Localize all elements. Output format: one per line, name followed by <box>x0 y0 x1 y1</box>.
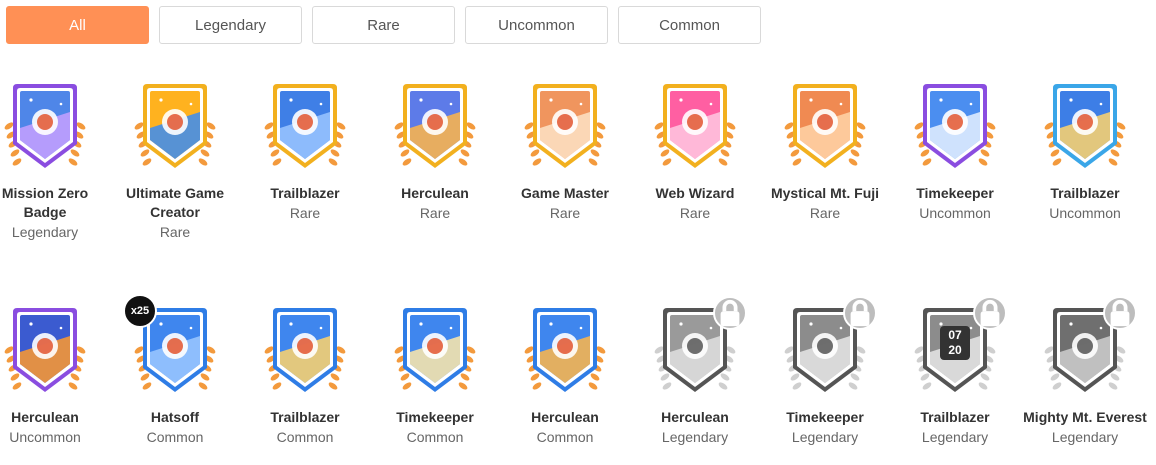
badge-rarity: Legendary <box>661 429 729 445</box>
badge-name: Timekeeper <box>396 409 474 425</box>
filter-all-button[interactable]: All <box>6 6 149 44</box>
barbell-icon <box>3 302 87 402</box>
watch-hours: 07 <box>948 328 962 342</box>
badge-card[interactable]: Herculean Rare <box>370 78 500 242</box>
lock-icon <box>1103 296 1137 330</box>
badge-card[interactable]: Game Master Rare <box>500 78 630 242</box>
stopwatch-icon <box>263 78 347 178</box>
badge-card[interactable]: Ultimate Game Creator Rare <box>110 78 240 242</box>
watch-minutes: 20 <box>948 343 962 357</box>
badge-rarity: Legendary <box>921 429 989 445</box>
target-arrow-icon <box>3 78 87 178</box>
badge-card[interactable]: Herculean Common <box>500 302 630 447</box>
badge-card[interactable]: Mystical Mt. Fuji Rare <box>760 78 890 242</box>
badge-name: Trailblazer <box>270 185 340 201</box>
badge-rarity: Common <box>276 429 334 445</box>
badge-name: Mighty Mt. Everest <box>1023 409 1147 425</box>
sundial-icon <box>263 302 347 402</box>
mountain-flag-icon <box>783 78 867 178</box>
badge-rarity: Rare <box>289 205 321 221</box>
lock-icon <box>973 296 1007 330</box>
badge-card[interactable]: Trailblazer Rare <box>240 78 370 242</box>
badge-name: Web Wizard <box>655 185 735 201</box>
joystick-icon <box>523 78 607 178</box>
hourglass-icon <box>1043 78 1127 178</box>
badge-name: Herculean <box>401 185 469 201</box>
badge-rarity: Legendary <box>791 429 859 445</box>
badge-card[interactable]: Timekeeper Common <box>370 302 500 447</box>
badge-rarity: Legendary <box>11 224 79 240</box>
watch-display: 07 20 <box>940 326 970 360</box>
badge-name: Trailblazer <box>920 409 990 425</box>
flexed-arm-icon <box>393 78 477 178</box>
badge-rarity: Uncommon <box>919 205 991 221</box>
badge-rarity: Common <box>536 429 594 445</box>
badge-rarity: Rare <box>419 205 451 221</box>
badge-rarity: Uncommon <box>9 429 81 445</box>
badge-name: Ultimate Game Creator <box>125 185 225 220</box>
badge-name: Mystical Mt. Fuji <box>770 185 880 201</box>
smartwatch-icon: 07 20 <box>913 296 1007 402</box>
badge-count: x25 <box>123 294 157 328</box>
badge-card[interactable]: Timekeeper Uncommon <box>890 78 1020 242</box>
badge-name: Mission Zero Badge <box>1 185 89 220</box>
rocket-icon <box>783 296 877 402</box>
badge-name: Trailblazer <box>1050 185 1120 201</box>
badge-name: Game Master <box>521 185 609 201</box>
dumbbell-arm-icon <box>523 302 607 402</box>
lock-icon <box>713 296 747 330</box>
mountain-peak-icon <box>1043 296 1137 402</box>
graduation-cap-icon: x25 <box>123 294 217 402</box>
badge-card[interactable]: x25 Hatsoff Common <box>110 294 240 447</box>
badge-name: Herculean <box>531 409 599 425</box>
browser-window-icon <box>653 78 737 178</box>
badge-name: Hatsoff <box>150 409 200 425</box>
badge-card[interactable]: Trailblazer Uncommon <box>1020 78 1150 242</box>
badge-row: Mission Zero Badge Legendary Ultimate Gam… <box>0 78 1150 242</box>
badge-card[interactable]: Mission Zero Badge Legendary <box>0 78 110 242</box>
badge-name: Timekeeper <box>786 409 864 425</box>
filter-uncommon-button[interactable]: Uncommon <box>465 6 608 44</box>
badge-rarity: Common <box>406 429 464 445</box>
badge-card[interactable]: Mighty Mt. Everest Legendary <box>1020 296 1150 447</box>
rarity-filter-bar: All Legendary Rare Uncommon Common <box>6 6 761 44</box>
badge-card[interactable]: Timekeeper Legendary <box>760 296 890 447</box>
badge-rarity: Rare <box>549 205 581 221</box>
badge-card[interactable]: Web Wizard Rare <box>630 78 760 242</box>
lock-icon <box>843 296 877 330</box>
badge-row: Herculean Uncommon x25 Hatsoff Common Trail… <box>0 294 1150 447</box>
badge-name: Trailblazer <box>270 409 340 425</box>
badge-rarity: Rare <box>809 205 841 221</box>
badge-rarity: Legendary <box>1051 429 1119 445</box>
atlas-globe-icon <box>653 296 747 402</box>
badge-rarity: Rare <box>679 205 711 221</box>
game-controller-icon <box>133 78 217 178</box>
badge-card[interactable]: Herculean Uncommon <box>0 302 110 447</box>
paper-plane-icon <box>913 78 997 178</box>
filter-legendary-button[interactable]: Legendary <box>159 6 302 44</box>
badge-rarity: Common <box>146 429 204 445</box>
badge-card[interactable]: 07 20 Trailblazer Legendary <box>890 296 1020 447</box>
badge-name: Timekeeper <box>916 185 994 201</box>
paper-plane-icon <box>393 302 477 402</box>
filter-common-button[interactable]: Common <box>618 6 761 44</box>
filter-rare-button[interactable]: Rare <box>312 6 455 44</box>
badge-card[interactable]: Trailblazer Common <box>240 302 370 447</box>
badge-name: Herculean <box>661 409 729 425</box>
badge-rarity: Uncommon <box>1049 205 1121 221</box>
badge-rarity: Rare <box>159 224 191 240</box>
badge-card[interactable]: Herculean Legendary <box>630 296 760 447</box>
badge-name: Herculean <box>11 409 79 425</box>
